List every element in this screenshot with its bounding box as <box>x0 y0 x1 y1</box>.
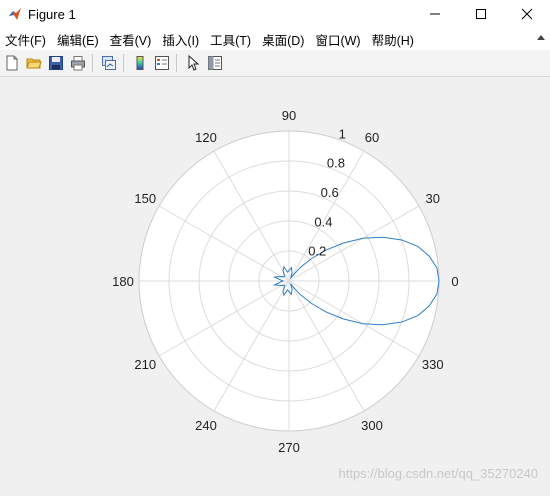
save-icon <box>49 56 63 70</box>
toolbar-separator <box>92 54 93 72</box>
theta-tick-label: 270 <box>278 440 300 455</box>
print-button[interactable] <box>68 53 88 73</box>
maximize-button[interactable] <box>458 0 504 28</box>
theta-tick-label: 30 <box>426 191 440 206</box>
r-tick-label: 1 <box>339 126 346 141</box>
property-inspector-button[interactable] <box>205 53 225 73</box>
theta-tick-label: 90 <box>282 108 296 123</box>
close-button[interactable] <box>504 0 550 28</box>
title-bar: Figure 1 <box>0 0 550 28</box>
minimize-icon <box>430 13 440 15</box>
insert-colorbar-button[interactable] <box>130 53 150 73</box>
theta-tick-label: 150 <box>134 191 156 206</box>
r-tick-label: 0.6 <box>321 185 339 200</box>
menu-window[interactable]: 窗口(W) <box>310 30 366 49</box>
open-file-icon <box>26 58 42 69</box>
save-button[interactable] <box>46 53 66 73</box>
menu-view[interactable]: 查看(V) <box>105 30 158 49</box>
menu-overflow-icon[interactable] <box>534 31 548 45</box>
theta-tick-label: 300 <box>361 418 383 433</box>
open-file-button[interactable] <box>24 53 44 73</box>
theta-tick-label: 0 <box>451 274 458 289</box>
new-figure-button[interactable] <box>2 53 22 73</box>
minimize-button[interactable] <box>412 0 458 28</box>
menu-insert[interactable]: 插入(I) <box>157 30 205 49</box>
insert-colorbar-icon <box>136 56 144 70</box>
menu-tools[interactable]: 工具(T) <box>205 30 257 49</box>
figure-canvas[interactable]: 0 30 60 90 120 150 180 210 240 270 300 330 0.2 0.4 0.6… <box>0 77 550 491</box>
insert-legend-icon <box>155 56 169 70</box>
window-controls <box>412 0 550 28</box>
toolbar-separator <box>123 54 124 72</box>
link-plot-icon <box>102 56 116 70</box>
theta-tick-label: 120 <box>195 130 217 145</box>
r-tick-label: 0.2 <box>308 244 326 259</box>
toolbar-separator <box>176 54 177 72</box>
select-pointer-button[interactable] <box>183 53 203 73</box>
close-icon <box>521 8 533 20</box>
window-title: Figure 1 <box>28 6 76 22</box>
maximize-icon <box>476 9 486 19</box>
menu-help[interactable]: 帮助(H) <box>367 30 420 49</box>
print-icon <box>71 56 85 71</box>
matlab-app-icon <box>8 7 22 21</box>
select-pointer-icon <box>188 55 200 71</box>
theta-tick-label: 60 <box>365 130 379 145</box>
new-figure-icon <box>6 55 18 71</box>
menu-desktop[interactable]: 桌面(D) <box>257 30 310 49</box>
link-plot-button[interactable] <box>99 53 119 73</box>
menu-bar: 文件(F) 编辑(E) 查看(V) 插入(I) 工具(T) 桌面(D) 窗口(W… <box>0 28 550 50</box>
polar-axes[interactable]: 0 30 60 90 120 150 180 210 240 270 300 330 0.2 0.4 0.6… <box>0 77 550 491</box>
theta-tick-label: 180 <box>112 274 134 289</box>
insert-legend-button[interactable] <box>152 53 172 73</box>
theta-tick-label: 240 <box>195 418 217 433</box>
r-tick-label: 0.8 <box>327 156 345 171</box>
r-tick-label: 0.4 <box>314 214 332 229</box>
property-inspector-icon <box>208 56 222 70</box>
menu-edit[interactable]: 编辑(E) <box>52 30 105 49</box>
theta-tick-label: 210 <box>134 357 156 372</box>
theta-tick-label: 330 <box>422 357 444 372</box>
menu-file[interactable]: 文件(F) <box>0 30 52 49</box>
figure-toolbar <box>0 50 550 77</box>
polar-grid <box>138 130 440 432</box>
watermark-text: https://blog.csdn.net/qq_35270240 <box>338 466 539 481</box>
